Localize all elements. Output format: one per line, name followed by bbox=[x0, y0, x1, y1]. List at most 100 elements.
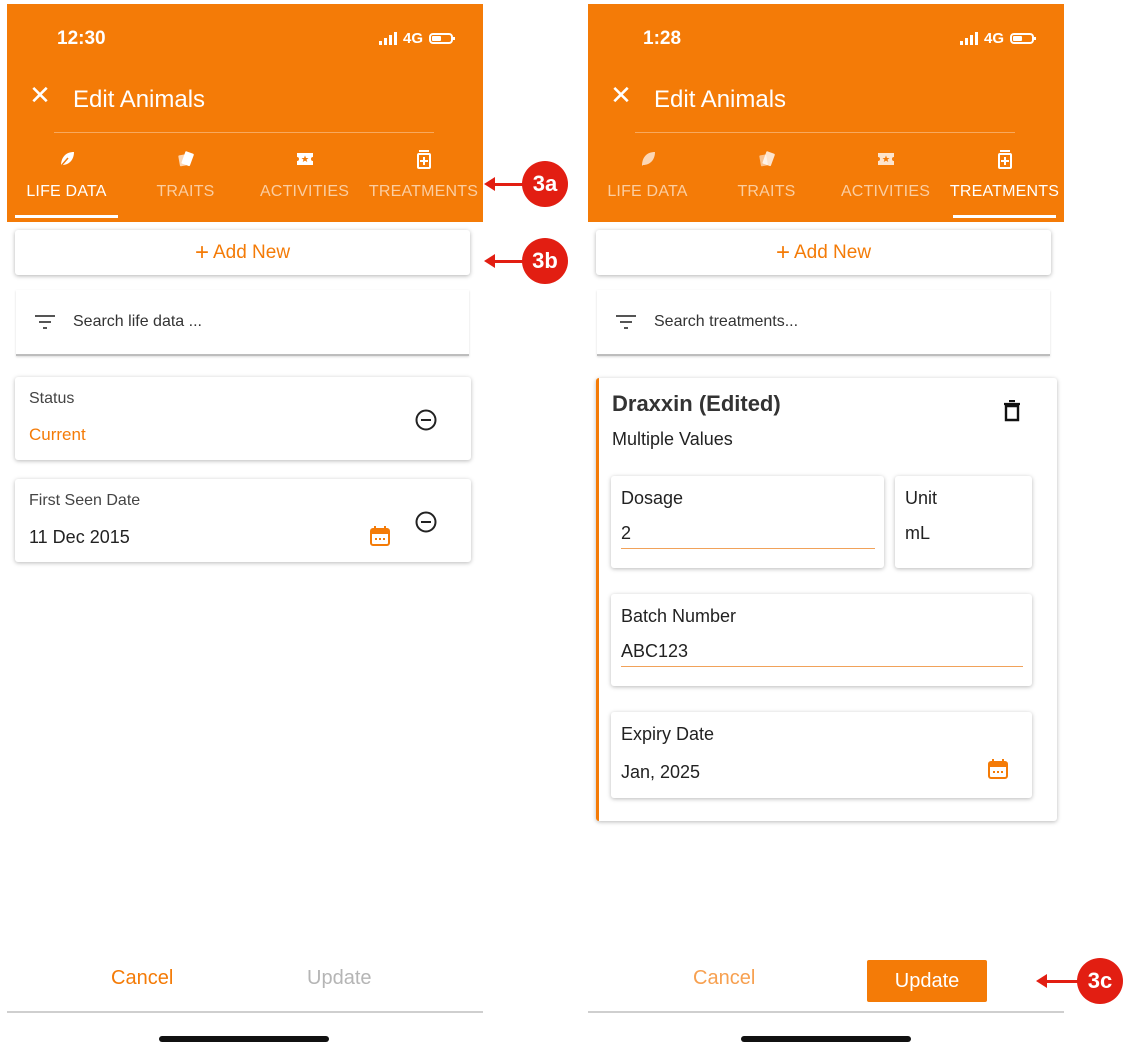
tab-label: TRAITS bbox=[737, 183, 796, 200]
close-icon[interactable]: ✕ bbox=[29, 82, 51, 108]
batch-number-value: ABC123 bbox=[621, 641, 689, 661]
phone-screen-treatments: 1:28 4G ✕ Edit Animals LIFE DATA TRAITS … bbox=[588, 0, 1064, 1042]
unit-label: Unit bbox=[905, 488, 938, 508]
ticket-star-icon bbox=[296, 153, 313, 165]
cancel-button[interactable]: Cancel bbox=[693, 967, 755, 990]
medical-kit-icon bbox=[997, 150, 1012, 169]
plus-icon: + bbox=[775, 238, 790, 266]
tags-icon bbox=[758, 151, 775, 167]
header-divider bbox=[635, 132, 1015, 133]
network-label: 4G bbox=[983, 30, 1004, 47]
tab-label: LIFE DATA bbox=[607, 183, 688, 200]
callout-arrow-3a bbox=[484, 177, 524, 191]
add-new-label: Add New bbox=[793, 241, 872, 263]
calendar-icon[interactable] bbox=[369, 525, 391, 547]
remove-icon[interactable] bbox=[415, 511, 437, 533]
app-header: 12:30 4G ✕ Edit Animals LIFE DATA TRAITS… bbox=[7, 4, 483, 222]
ticket-star-icon bbox=[877, 153, 894, 165]
status-indicators: 4G bbox=[959, 30, 1036, 47]
bottom-action-bar: Cancel Update bbox=[7, 955, 483, 1013]
tab-traits[interactable]: TRAITS bbox=[707, 149, 826, 222]
update-button[interactable]: Update bbox=[307, 967, 372, 990]
status-value: Current bbox=[29, 425, 86, 444]
add-new-button[interactable]: + Add New bbox=[596, 230, 1051, 275]
app-header: 1:28 4G ✕ Edit Animals LIFE DATA TRAITS … bbox=[588, 4, 1064, 222]
home-indicator bbox=[159, 1036, 329, 1042]
network-label: 4G bbox=[402, 30, 423, 47]
page-title: Edit Animals bbox=[73, 86, 206, 113]
expiry-date-label: Expiry Date bbox=[621, 724, 715, 744]
unit-field[interactable]: Unit mL bbox=[895, 476, 1032, 568]
search-placeholder: Search life data ... bbox=[73, 313, 202, 330]
tab-bar: LIFE DATA TRAITS ACTIVITIES TREATMENTS bbox=[588, 149, 1064, 222]
trash-icon[interactable] bbox=[1003, 400, 1021, 422]
tab-label: LIFE DATA bbox=[26, 183, 107, 200]
filter-icon bbox=[35, 315, 55, 329]
search-placeholder: Search treatments... bbox=[654, 313, 799, 330]
tab-life-data[interactable]: LIFE DATA bbox=[7, 149, 126, 222]
dosage-field[interactable]: Dosage 2 bbox=[611, 476, 884, 568]
header-divider bbox=[54, 132, 434, 133]
remove-icon[interactable] bbox=[415, 409, 437, 431]
leaf-icon bbox=[59, 152, 74, 167]
search-input[interactable]: Search life data ... bbox=[16, 290, 469, 356]
add-new-label: Add New bbox=[212, 241, 291, 263]
batch-underline bbox=[621, 666, 1023, 667]
signal-icon bbox=[959, 32, 978, 45]
status-time: 12:30 bbox=[57, 28, 106, 49]
home-indicator bbox=[741, 1036, 911, 1042]
callout-arrow-3b bbox=[484, 254, 524, 268]
dosage-underline bbox=[621, 548, 875, 549]
treatment-name: Draxxin (Edited) bbox=[612, 391, 781, 416]
tab-label: ACTIVITIES bbox=[840, 183, 931, 200]
dosage-label: Dosage bbox=[621, 488, 684, 508]
calendar-icon[interactable] bbox=[987, 758, 1009, 780]
tab-bar: LIFE DATA TRAITS ACTIVITIES TREATMENTS bbox=[7, 149, 483, 222]
tab-activities[interactable]: ACTIVITIES bbox=[826, 149, 945, 222]
battery-icon bbox=[429, 33, 455, 44]
bottom-action-bar: Cancel Update bbox=[588, 955, 1064, 1013]
medical-kit-icon bbox=[416, 150, 431, 169]
treatment-card: Draxxin (Edited) Multiple Values Dosage … bbox=[596, 378, 1057, 821]
callout-3c: 3c bbox=[1077, 958, 1123, 1004]
tab-label: TRAITS bbox=[156, 183, 215, 200]
update-button[interactable]: Update bbox=[867, 960, 987, 1002]
expiry-date-field[interactable]: Expiry Date Jan, 2025 bbox=[611, 712, 1032, 798]
callout-arrow-3c bbox=[1036, 974, 1078, 988]
tab-label: TREATMENTS bbox=[368, 183, 479, 200]
tags-icon bbox=[177, 151, 194, 167]
tab-activities[interactable]: ACTIVITIES bbox=[245, 149, 364, 222]
batch-number-label: Batch Number bbox=[621, 606, 737, 626]
battery-icon bbox=[1010, 33, 1036, 44]
first-seen-date-card[interactable]: First Seen Date 11 Dec 2015 bbox=[15, 479, 471, 562]
batch-number-field[interactable]: Batch Number ABC123 bbox=[611, 594, 1032, 686]
expiry-date-value: Jan, 2025 bbox=[621, 762, 701, 782]
tab-life-data[interactable]: LIFE DATA bbox=[588, 149, 707, 222]
status-indicators: 4G bbox=[378, 30, 455, 47]
tab-label: TREATMENTS bbox=[949, 183, 1060, 200]
signal-icon bbox=[378, 32, 397, 45]
dosage-value: 2 bbox=[621, 523, 632, 543]
status-label: Status bbox=[29, 390, 75, 407]
unit-value: mL bbox=[905, 523, 931, 543]
cancel-button[interactable]: Cancel bbox=[111, 967, 173, 990]
plus-icon: + bbox=[194, 238, 209, 266]
callout-3b: 3b bbox=[522, 238, 568, 284]
page-title: Edit Animals bbox=[654, 86, 787, 113]
tab-treatments[interactable]: TREATMENTS bbox=[945, 149, 1064, 222]
tab-treatments[interactable]: TREATMENTS bbox=[364, 149, 483, 222]
filter-icon bbox=[616, 315, 636, 329]
phone-screen-life-data: 12:30 4G ✕ Edit Animals LIFE DATA TRAITS… bbox=[7, 0, 483, 1042]
status-time: 1:28 bbox=[643, 28, 682, 49]
search-input[interactable]: Search treatments... bbox=[597, 290, 1050, 356]
add-new-button[interactable]: + Add New bbox=[15, 230, 470, 275]
leaf-icon bbox=[641, 152, 655, 166]
first-seen-date-label: First Seen Date bbox=[29, 492, 141, 509]
close-icon[interactable]: ✕ bbox=[610, 82, 632, 108]
tab-traits[interactable]: TRAITS bbox=[126, 149, 245, 222]
first-seen-date-value: 11 Dec 2015 bbox=[29, 527, 130, 547]
tab-label: ACTIVITIES bbox=[259, 183, 350, 200]
status-card[interactable]: Status Current bbox=[15, 377, 471, 460]
treatment-subtitle: Multiple Values bbox=[612, 429, 733, 449]
callout-3a: 3a bbox=[522, 161, 568, 207]
